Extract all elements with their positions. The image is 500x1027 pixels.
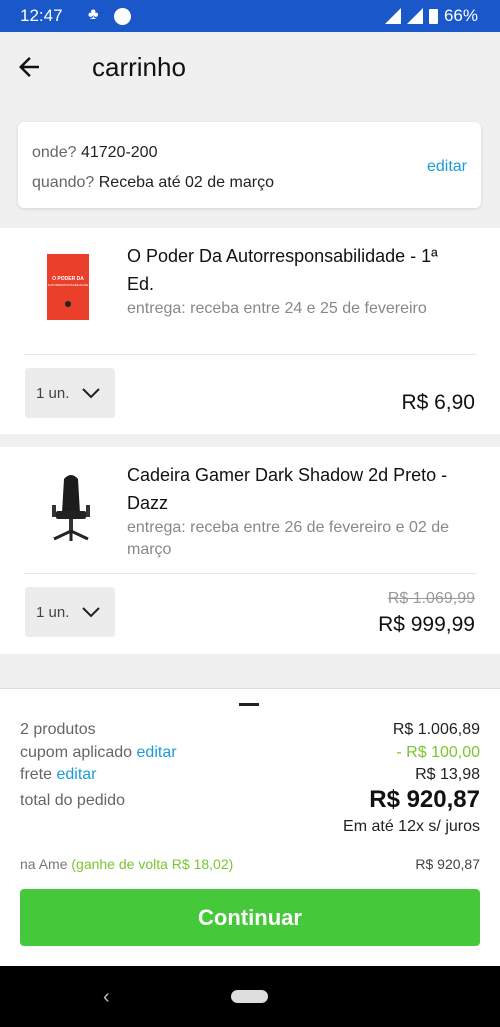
cart-item: Cadeira Gamer Dark Shadow 2d Preto - Daz… xyxy=(0,447,500,654)
gaming-chair-image xyxy=(52,475,90,541)
products-label: 2 produtos xyxy=(20,721,96,738)
ame-cashback: (ganhe de volta R$ 18,02) xyxy=(71,856,234,872)
date-value: Receba até 02 de março xyxy=(98,174,274,191)
summary-shipping-row: frete editar R$ 13,98 xyxy=(20,766,480,784)
nav-back-icon[interactable]: ‹ xyxy=(103,986,110,1009)
item-divider xyxy=(24,354,476,355)
item-price: R$ 999,99 xyxy=(378,613,475,636)
total-value: R$ 920,87 xyxy=(369,786,480,813)
notification-icon: ♣ xyxy=(88,6,99,23)
delivery-date-row: quando? Receba até 02 de março xyxy=(32,174,274,192)
date-label: quando? xyxy=(32,174,95,191)
notification-dot-icon xyxy=(114,8,131,25)
home-pill-icon[interactable] xyxy=(231,990,268,1003)
item-price: R$ 6,90 xyxy=(401,391,475,414)
products-value: R$ 1.006,89 xyxy=(392,721,480,738)
status-indicators: 66% xyxy=(384,6,478,26)
summary-products-row: 2 produtos R$ 1.006,89 xyxy=(20,721,480,739)
edit-address-link[interactable]: editar xyxy=(427,158,467,176)
book-cover-image: O PODER DA AUTORRESPONSABILIDADE xyxy=(47,254,89,320)
status-bar: 12:47 ♣ 66% xyxy=(0,0,500,32)
summary-coupon-row: cupom aplicado editar - R$ 100,00 xyxy=(20,744,480,762)
status-time: 12:47 xyxy=(20,6,63,25)
edit-shipping-link[interactable]: editar xyxy=(56,766,96,783)
item-old-price: R$ 1.069,99 xyxy=(387,590,475,607)
ame-value: R$ 920,87 xyxy=(415,856,480,872)
ame-label: na Ame xyxy=(20,856,68,872)
book-cover-title-line1: O PODER DA xyxy=(52,276,84,282)
system-nav-bar: ‹ xyxy=(0,966,500,1027)
battery-level: 66% xyxy=(443,6,478,25)
continue-button[interactable]: Continuar xyxy=(20,889,480,946)
coupon-value: - R$ 100,00 xyxy=(396,744,480,761)
cart-item: O PODER DA AUTORRESPONSABILIDADE O Poder… xyxy=(0,228,500,434)
coupon-label: cupom aplicado xyxy=(20,744,133,761)
battery-icon xyxy=(428,8,438,24)
signal-icon xyxy=(406,8,423,24)
shipping-value: R$ 13,98 xyxy=(415,766,480,783)
arrow-back-icon[interactable] xyxy=(14,52,44,82)
quantity-value: 1 un. xyxy=(36,385,70,402)
item-divider xyxy=(24,573,476,574)
chevron-down-icon xyxy=(82,607,100,618)
quantity-select[interactable]: 1 un. xyxy=(25,368,115,418)
item-name[interactable]: Cadeira Gamer Dark Shadow 2d Preto - Daz… xyxy=(127,461,467,517)
installments-info: Em até 12x s/ juros xyxy=(343,818,480,835)
zip-label: onde? xyxy=(32,144,77,161)
chevron-down-icon xyxy=(82,388,100,399)
ame-payment-row: na Ame (ganhe de volta R$ 18,02) xyxy=(20,856,233,872)
book-cover-title-line2: AUTORRESPONSABILIDADE xyxy=(48,283,89,287)
item-name[interactable]: O Poder Da Autorresponsabilidade - 1ª Ed… xyxy=(127,242,467,298)
order-summary-panel: 2 produtos R$ 1.006,89 cupom aplicado ed… xyxy=(0,688,500,966)
delivery-address-card: onde? 41720-200 quando? Receba até 02 de… xyxy=(18,122,481,208)
total-label: total do pedido xyxy=(20,792,125,809)
item-delivery: entrega: receba entre 24 e 25 de feverei… xyxy=(127,300,427,317)
edit-coupon-link[interactable]: editar xyxy=(137,744,177,761)
zip-value: 41720-200 xyxy=(80,144,158,161)
quantity-value: 1 un. xyxy=(36,604,70,621)
shipping-label: frete xyxy=(20,766,53,783)
item-delivery: entrega: receba entre 26 de fevereiro e … xyxy=(127,519,449,558)
drag-handle[interactable] xyxy=(239,703,259,706)
page-title: carrinho xyxy=(92,52,186,82)
quantity-select[interactable]: 1 un. xyxy=(25,587,115,637)
delivery-zip-row: onde? 41720-200 xyxy=(32,144,157,162)
app-bar: carrinho xyxy=(0,32,500,102)
wifi-icon xyxy=(384,8,401,24)
